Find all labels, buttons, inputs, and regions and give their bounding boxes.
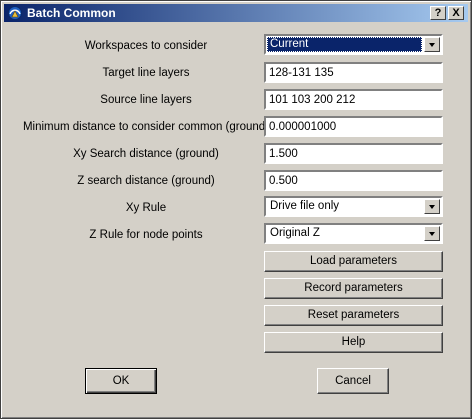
reset-parameters-button[interactable]: Reset parameters (264, 305, 443, 326)
min-distance-label: Minimum distance to consider common (gro… (22, 121, 270, 133)
batch-common-dialog: Batch Common ? X Workspaces to consider … (0, 0, 472, 419)
workspaces-label: Workspaces to consider (84, 40, 208, 52)
close-title-button[interactable]: X (448, 6, 464, 20)
workspaces-select[interactable]: Current (264, 34, 443, 55)
target-layers-input[interactable] (264, 62, 443, 83)
target-layers-label: Target line layers (102, 67, 190, 79)
record-parameters-button[interactable]: Record parameters (264, 278, 443, 299)
source-layers-label: Source line layers (100, 94, 192, 106)
title-bar[interactable]: Batch Common ? X (4, 4, 468, 22)
z-rule-select[interactable]: Original Z (264, 223, 443, 244)
app-icon (8, 6, 22, 20)
help-title-button[interactable]: ? (430, 6, 446, 20)
ok-button[interactable]: OK (85, 368, 157, 394)
chevron-down-icon[interactable] (424, 226, 440, 241)
chevron-down-icon[interactable] (424, 199, 440, 214)
xy-search-input[interactable] (264, 143, 443, 164)
source-layers-input[interactable] (264, 89, 443, 110)
chevron-down-icon[interactable] (424, 37, 440, 52)
xy-search-label: Xy Search distance (ground) (73, 148, 219, 160)
z-search-input[interactable] (264, 170, 443, 191)
cancel-button[interactable]: Cancel (317, 368, 389, 394)
workspaces-select-value: Current (267, 37, 422, 52)
window-title: Batch Common (27, 6, 116, 20)
z-search-label: Z search distance (ground) (77, 175, 215, 187)
z-rule-select-value: Original Z (270, 227, 320, 239)
min-distance-input[interactable] (264, 116, 443, 137)
xy-rule-select[interactable]: Drive file only (264, 196, 443, 217)
xy-rule-select-value: Drive file only (270, 200, 340, 212)
load-parameters-button[interactable]: Load parameters (264, 251, 443, 272)
xy-rule-label: Xy Rule (125, 202, 167, 214)
help-button[interactable]: Help (264, 332, 443, 353)
z-rule-label: Z Rule for node points (89, 229, 203, 241)
